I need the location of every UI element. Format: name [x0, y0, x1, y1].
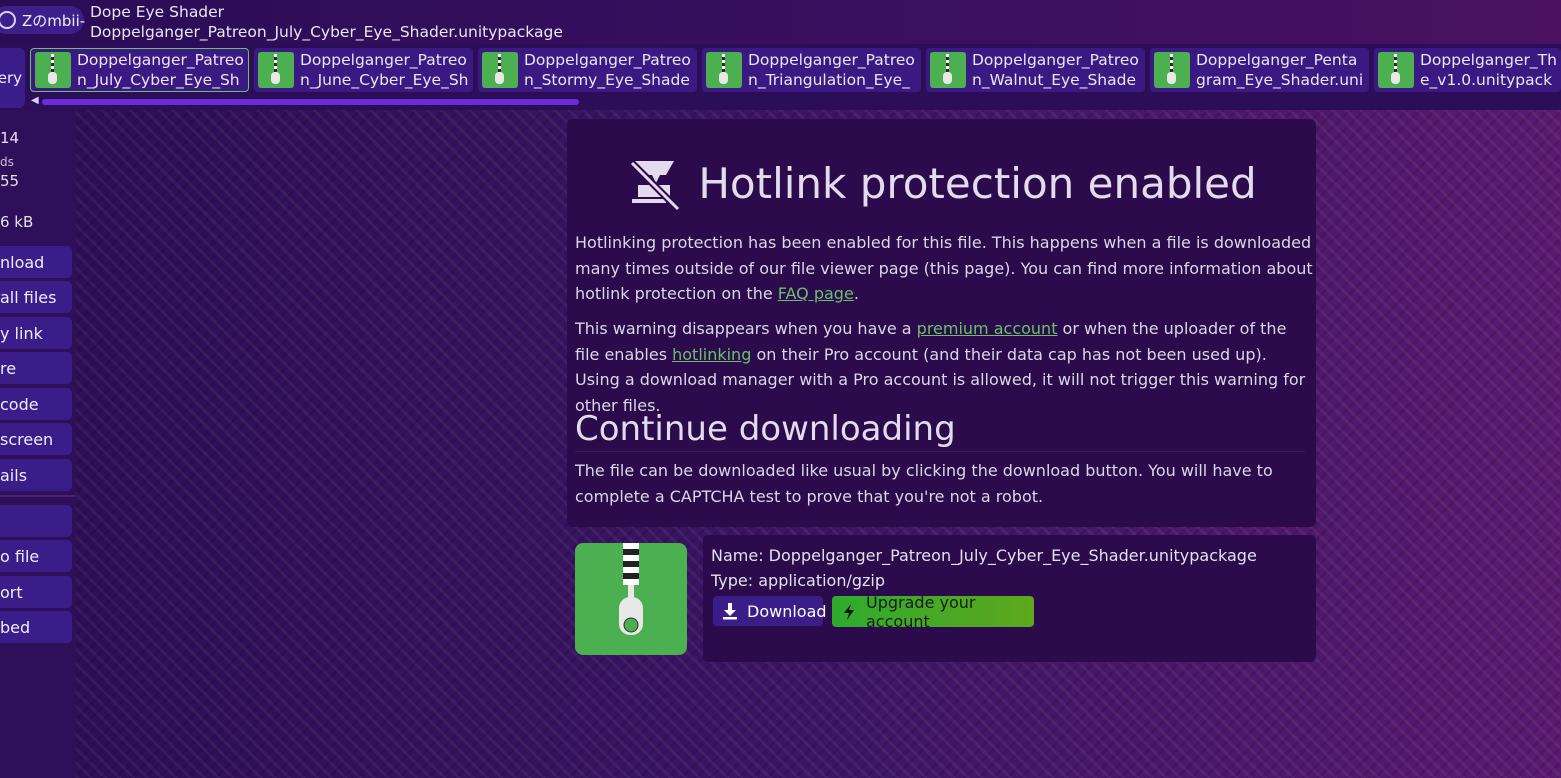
gallery-tile[interactable]: Doppelganger_Patreon_Stormy_Eye_Shader. — [478, 48, 697, 92]
gallery-tile[interactable]: Doppelganger_Patreon_July_Cyber_Eye_Sha — [30, 48, 249, 92]
sidebar-embed-button[interactable]: bed — [0, 611, 72, 643]
zip-file-icon — [930, 52, 966, 88]
scroll-left-arrow-icon[interactable]: ◀ — [31, 95, 39, 106]
gallery-tile[interactable]: Doppelganger_The_v1.0.unitypackag — [1374, 48, 1561, 92]
hotlink-title-text: Hotlink protection enabled — [698, 158, 1257, 208]
sidebar-all-files-button[interactable]: all files — [0, 281, 72, 313]
stat-views: 14 — [0, 129, 20, 147]
file-info-card: Name: Doppelganger_Patreon_July_Cyber_Ey… — [703, 535, 1316, 662]
faq-link[interactable]: FAQ page — [778, 284, 854, 303]
file-type-line: Type: application/gzip — [711, 571, 886, 590]
sidebar: 14 ds 55 6 kB nload all files y link re … — [0, 110, 75, 778]
lightning-bolt-icon — [844, 603, 854, 620]
hotlink-notice-card: Hotlink protection enabled Hotlinking pr… — [567, 119, 1316, 527]
zip-file-icon — [482, 52, 518, 88]
gallery-tile-label: Doppelganger_Patreon_June_Cyber_Eye_Sha — [300, 51, 469, 89]
stat-downloads-label: ds — [0, 155, 14, 169]
zip-file-icon — [1154, 52, 1190, 88]
sidebar-button[interactable] — [0, 505, 72, 537]
image-off-icon — [629, 160, 681, 211]
download-icon — [723, 603, 737, 620]
user-avatar-icon — [0, 11, 16, 29]
page-filename: Doppelganger_Patreon_July_Cyber_Eye_Shad… — [90, 23, 563, 41]
sidebar-report-file-button[interactable]: o file — [0, 540, 72, 572]
stat-size: 6 kB — [0, 213, 34, 231]
gallery-tile[interactable]: Doppelganger_Patreon_Triangulation_Eye_S — [702, 48, 921, 92]
sidebar-copy-link-button[interactable]: y link — [0, 317, 72, 349]
hotlink-title: Hotlink protection enabled — [567, 155, 1316, 211]
upgrade-button-label: Upgrade your account — [866, 592, 976, 631]
hotlink-paragraph-2: This warning disappears when you have a … — [575, 319, 1306, 415]
file-title-block: Dope Eye Shader Doppelganger_Patreon_Jul… — [90, 2, 563, 42]
continue-paragraph: The file can be downloaded like usual by… — [575, 461, 1273, 506]
gallery-tile[interactable]: Doppelganger_Patreon_June_Cyber_Eye_Sha — [254, 48, 473, 92]
premium-account-link[interactable]: premium account — [917, 319, 1058, 338]
stat-downloads: 55 — [0, 172, 20, 190]
sidebar-qr-code-button[interactable]: code — [0, 388, 72, 420]
zip-file-icon — [619, 543, 643, 635]
gallery-scrollbar[interactable] — [42, 99, 579, 105]
user-menu-button[interactable]: Zのmbii- — [0, 6, 86, 34]
sidebar-divider — [0, 495, 75, 497]
gallery-tile-label: Doppelganger_Patreon_Triangulation_Eye_S — [748, 51, 915, 89]
gallery-tile[interactable]: Doppelganger_Patreon_Walnut_Eye_Shader. — [926, 48, 1145, 92]
gallery-tile-label: Doppelganger_Patreon_Walnut_Eye_Shader. — [972, 51, 1139, 89]
gallery-strip: ery Doppelganger_Patreon_July_Cyber_Eye_… — [0, 44, 1561, 110]
gallery-tile[interactable]: Doppelganger_Pentagram_Eye_Shader.unity — [1150, 48, 1369, 92]
page-title: Dope Eye Shader — [90, 3, 225, 21]
sidebar-support-button[interactable]: ort — [0, 576, 72, 608]
gallery-tile-label: Doppelganger_The_v1.0.unitypackag — [1420, 51, 1557, 89]
hotlink-paragraph-1: Hotlinking protection has been enabled f… — [575, 233, 1313, 303]
top-header: Zのmbii- Dope Eye Shader Doppelganger_Pat… — [0, 0, 1561, 44]
sidebar-details-button[interactable]: ails — [0, 459, 72, 491]
file-name-line: Name: Doppelganger_Patreon_July_Cyber_Ey… — [711, 546, 1257, 565]
sidebar-share-button[interactable]: re — [0, 352, 72, 384]
gallery-button[interactable]: ery — [0, 48, 25, 108]
gallery-tile-label: Doppelganger_Patreon_Stormy_Eye_Shader. — [524, 51, 691, 89]
zip-file-icon — [258, 52, 294, 88]
file-thumbnail — [575, 543, 687, 655]
download-button-label: Download — [747, 601, 827, 621]
zip-file-icon — [1378, 52, 1414, 88]
gallery-tile-label: Doppelganger_Pentagram_Eye_Shader.unity — [1196, 51, 1364, 89]
sidebar-download-button[interactable]: nload — [0, 246, 72, 278]
hotlinking-link[interactable]: hotlinking — [672, 345, 751, 364]
zip-file-icon — [706, 52, 742, 88]
sidebar-fullscreen-button[interactable]: screen — [0, 423, 72, 455]
zip-file-icon — [35, 52, 71, 88]
download-button[interactable]: Download — [713, 596, 827, 626]
gallery-tile-label: Doppelganger_Patreon_July_Cyber_Eye_Sha — [77, 51, 244, 89]
user-name: Zのmbii- — [22, 11, 86, 30]
upgrade-account-button[interactable]: Upgrade your account — [832, 593, 1034, 631]
continue-downloading-heading: Continue downloading — [575, 409, 1305, 452]
